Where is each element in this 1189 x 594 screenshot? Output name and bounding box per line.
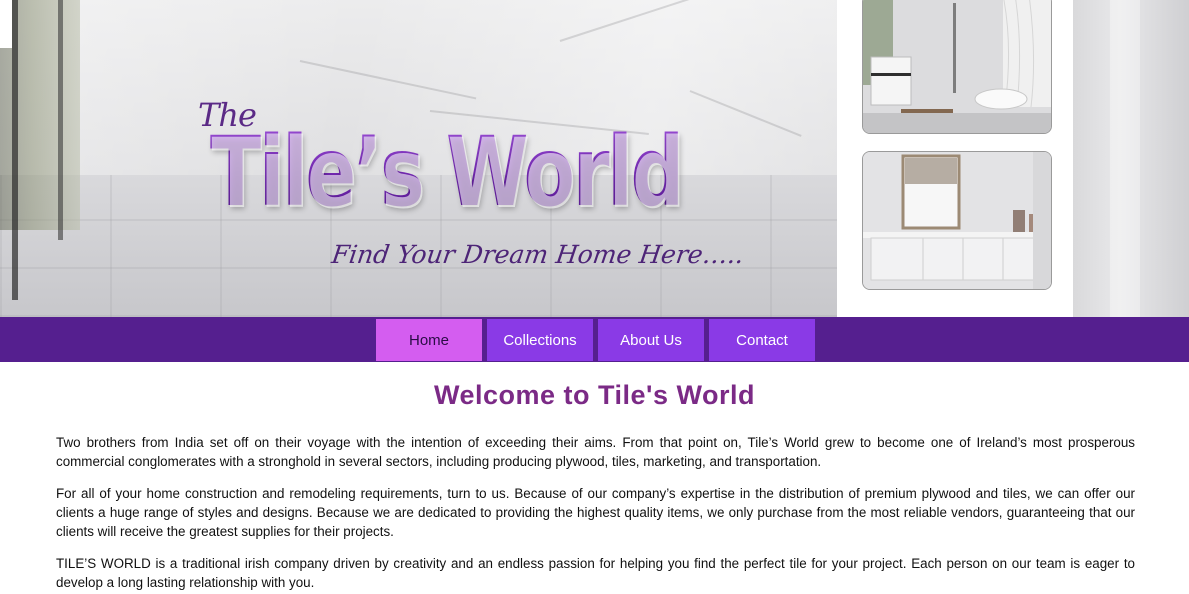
- nav-contact[interactable]: Contact: [709, 319, 815, 361]
- hero-right-pillar: [1110, 0, 1140, 317]
- intro-paragraph: Two brothers from India set off on their…: [56, 435, 1135, 469]
- hero-edge-block: [0, 0, 12, 48]
- logo-tagline: Find Your Dream Home Here…..: [329, 240, 746, 269]
- nav-home[interactable]: Home: [376, 319, 482, 361]
- services-paragraph: For all of your home construction and re…: [56, 486, 1135, 539]
- nav-about-us[interactable]: About Us: [598, 319, 704, 361]
- nav-collections[interactable]: Collections: [487, 319, 593, 361]
- hero-banner: The Tile’s World Find Your Dream Home He…: [0, 0, 1189, 317]
- kitchen-image: [862, 151, 1052, 290]
- company-paragraph: TILE’S WORLD is a traditional irish comp…: [56, 556, 1135, 590]
- main-nav: Home Collections About Us Contact: [0, 317, 1189, 362]
- page-title: Welcome to Tile's World: [434, 380, 755, 410]
- kitchen-illustration: [863, 152, 1051, 289]
- hero-door-frame: [12, 0, 18, 300]
- bathroom-image: [862, 0, 1052, 134]
- bathroom-illustration: [863, 0, 1051, 133]
- logo-title: Tile’s World: [210, 116, 684, 228]
- hero-door-frame: [58, 0, 63, 240]
